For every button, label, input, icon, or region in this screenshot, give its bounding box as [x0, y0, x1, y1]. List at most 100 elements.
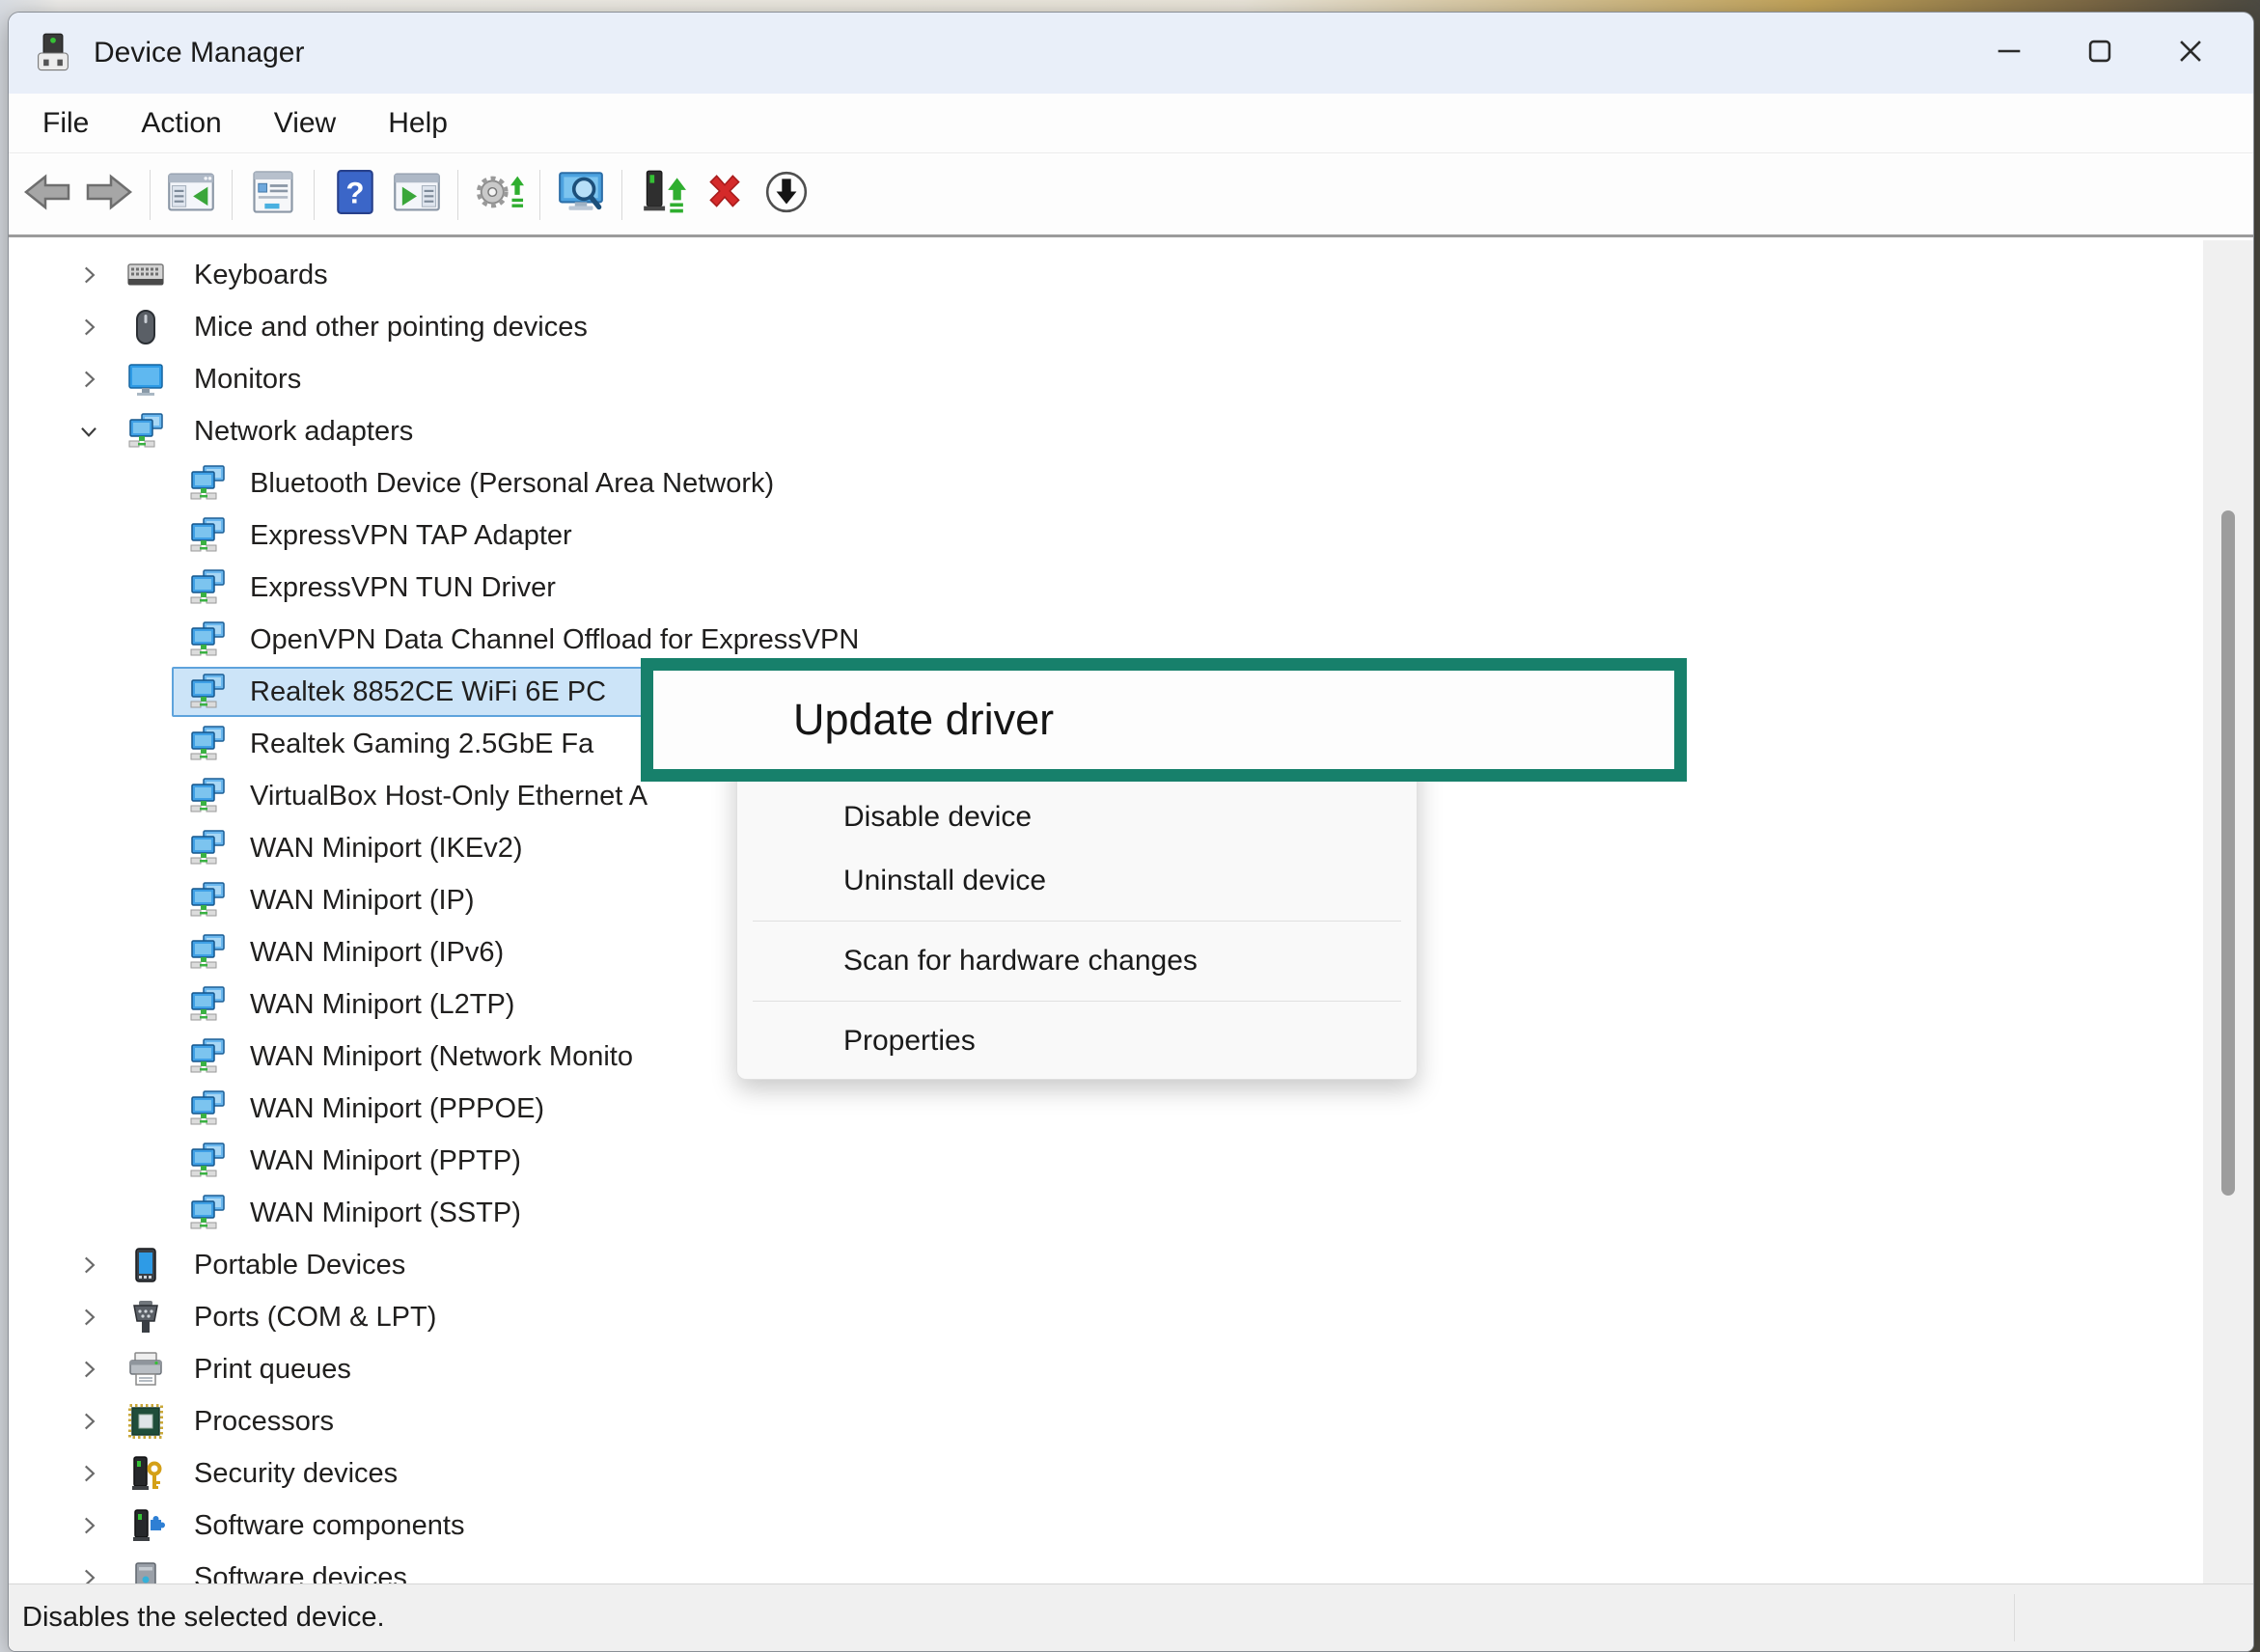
context-menu-item-scan-for-hardware-changes[interactable]: Scan for hardware changes	[737, 929, 1417, 993]
help-icon: ?	[330, 169, 380, 220]
tree-item-label: WAN Miniport (IPv6)	[250, 926, 504, 978]
software-component-icon	[126, 1506, 165, 1545]
chevron-right-icon[interactable]	[76, 315, 101, 340]
tree-item-software-components[interactable]: Software components	[9, 1500, 2205, 1552]
tree-item-label: Realtek Gaming 2.5GbE Fa	[250, 718, 593, 770]
software-device-icon	[126, 1558, 165, 1585]
tree-item-label: Print queues	[194, 1343, 351, 1395]
chevron-right-icon[interactable]	[76, 1357, 101, 1382]
menu-item-action[interactable]: Action	[115, 94, 247, 152]
update-driver-toolbar-button[interactable]	[468, 160, 530, 230]
help-button[interactable]: ?	[324, 160, 386, 230]
menu-bar: FileActionViewHelp	[9, 94, 2253, 153]
context-menu-item-properties[interactable]: Properties	[737, 1009, 1417, 1073]
tree-item-expressvpn-tun-driver[interactable]: ExpressVPN TUN Driver	[9, 562, 2205, 614]
update-driver-software-button[interactable]	[632, 160, 694, 230]
update-driver-annotation[interactable]: Update driver	[641, 658, 1687, 782]
serial-port-icon	[126, 1298, 165, 1336]
back-icon	[22, 169, 72, 220]
chevron-right-icon[interactable]	[76, 1305, 101, 1330]
chevron-down-icon[interactable]	[76, 419, 101, 444]
tree-item-label: WAN Miniport (SSTP)	[250, 1187, 521, 1239]
tree-item-bluetooth-device-personal-area-network[interactable]: Bluetooth Device (Personal Area Network)	[9, 457, 2205, 509]
update-driver-gear-icon	[474, 169, 524, 220]
maximize-button[interactable]	[2054, 24, 2145, 82]
disable-device-icon	[761, 169, 812, 220]
context-menu-item-uninstall-device[interactable]: Uninstall device	[737, 849, 1417, 913]
show-action-pane-button[interactable]	[386, 160, 448, 230]
tree-item-wan-miniport-sstp[interactable]: WAN Miniport (SSTP)	[9, 1187, 2205, 1239]
tree-item-label: ExpressVPN TUN Driver	[250, 562, 556, 614]
minimize-button[interactable]	[1964, 24, 2054, 82]
device-manager-window: Device Manager FileActionViewHelp ? Keyb…	[8, 12, 2254, 1652]
chevron-right-icon[interactable]	[76, 1513, 101, 1538]
monitor-icon	[126, 360, 165, 399]
chevron-right-icon[interactable]	[76, 1253, 101, 1278]
context-menu-item-disable-device[interactable]: Disable device	[737, 785, 1417, 849]
chevron-right-icon[interactable]	[76, 367, 101, 392]
disable-device-toolbar-button[interactable]	[756, 160, 817, 230]
menu-item-help[interactable]: Help	[362, 94, 474, 152]
network-adapter-icon	[188, 516, 227, 555]
properties-button[interactable]	[242, 160, 304, 230]
context-menu-separator	[753, 1001, 1401, 1002]
tree-item-monitors[interactable]: Monitors	[9, 353, 2205, 405]
toolbar-separator	[150, 170, 151, 220]
tree-item-label: Security devices	[194, 1447, 398, 1500]
scan-hardware-icon	[556, 169, 606, 220]
tree-item-keyboards[interactable]: Keyboards	[9, 249, 2205, 301]
chevron-right-icon[interactable]	[76, 1461, 101, 1486]
tree-item-portable-devices[interactable]: Portable Devices	[9, 1239, 2205, 1291]
tree-item-label: WAN Miniport (L2TP)	[250, 978, 514, 1031]
device-manager-icon	[32, 32, 74, 74]
status-bar: Disables the selected device.	[9, 1583, 2253, 1651]
show-console-tree-button[interactable]	[160, 160, 222, 230]
vertical-scrollbar[interactable]	[2203, 240, 2253, 1585]
tree-item-processors[interactable]: Processors	[9, 1395, 2205, 1447]
chevron-right-icon[interactable]	[76, 1565, 101, 1585]
forward-button[interactable]	[78, 160, 140, 230]
tree-item-wan-miniport-pptp[interactable]: WAN Miniport (PPTP)	[9, 1135, 2205, 1187]
tree-item-ports-com-lpt[interactable]: Ports (COM & LPT)	[9, 1291, 2205, 1343]
close-button[interactable]	[2145, 24, 2236, 82]
title-bar: Device Manager	[9, 13, 2253, 94]
window-controls	[1964, 13, 2236, 94]
network-adapter-icon	[188, 777, 227, 815]
forward-icon	[84, 169, 134, 220]
tree-item-label: Portable Devices	[194, 1239, 405, 1291]
tree-item-label: Network adapters	[194, 405, 413, 457]
processor-icon	[126, 1402, 165, 1441]
device-update-icon	[638, 169, 688, 220]
network-adapter-icon	[188, 1142, 227, 1180]
tree-item-label: Software devices	[194, 1552, 407, 1585]
tree-item-wan-miniport-pppoe[interactable]: WAN Miniport (PPPOE)	[9, 1083, 2205, 1135]
tree-item-print-queues[interactable]: Print queues	[9, 1343, 2205, 1395]
tree-item-label: Software components	[194, 1500, 464, 1552]
close-icon	[2174, 35, 2207, 72]
tree-item-mice-and-other-pointing-devices[interactable]: Mice and other pointing devices	[9, 301, 2205, 353]
menu-item-view[interactable]: View	[248, 94, 362, 152]
tree-item-security-devices[interactable]: Security devices	[9, 1447, 2205, 1500]
tree-item-network-adapters[interactable]: Network adapters	[9, 405, 2205, 457]
network-adapter-icon	[126, 412, 165, 451]
tree-item-label: ExpressVPN TAP Adapter	[250, 509, 572, 562]
scrollbar-thumb[interactable]	[2221, 510, 2235, 1196]
toolbar-separator	[314, 170, 315, 220]
network-adapter-icon	[188, 1089, 227, 1128]
tree-item-label: Monitors	[194, 353, 301, 405]
window-title: Device Manager	[94, 37, 304, 69]
network-adapter-icon	[188, 1194, 227, 1232]
tree-item-label: Bluetooth Device (Personal Area Network)	[250, 457, 774, 509]
back-button[interactable]	[16, 160, 78, 230]
tree-item-software-devices[interactable]: Software devices	[9, 1552, 2205, 1585]
tree-item-label: Ports (COM & LPT)	[194, 1291, 436, 1343]
tree-item-label: VirtualBox Host-Only Ethernet A	[250, 770, 648, 822]
chevron-right-icon[interactable]	[76, 262, 101, 288]
scan-hardware-changes-button[interactable]	[550, 160, 612, 230]
tree-item-expressvpn-tap-adapter[interactable]: ExpressVPN TAP Adapter	[9, 509, 2205, 562]
context-menu-separator	[753, 921, 1401, 922]
uninstall-device-toolbar-button[interactable]	[694, 160, 756, 230]
toolbar-separator	[457, 170, 458, 220]
chevron-right-icon[interactable]	[76, 1409, 101, 1434]
menu-item-file[interactable]: File	[16, 94, 115, 152]
